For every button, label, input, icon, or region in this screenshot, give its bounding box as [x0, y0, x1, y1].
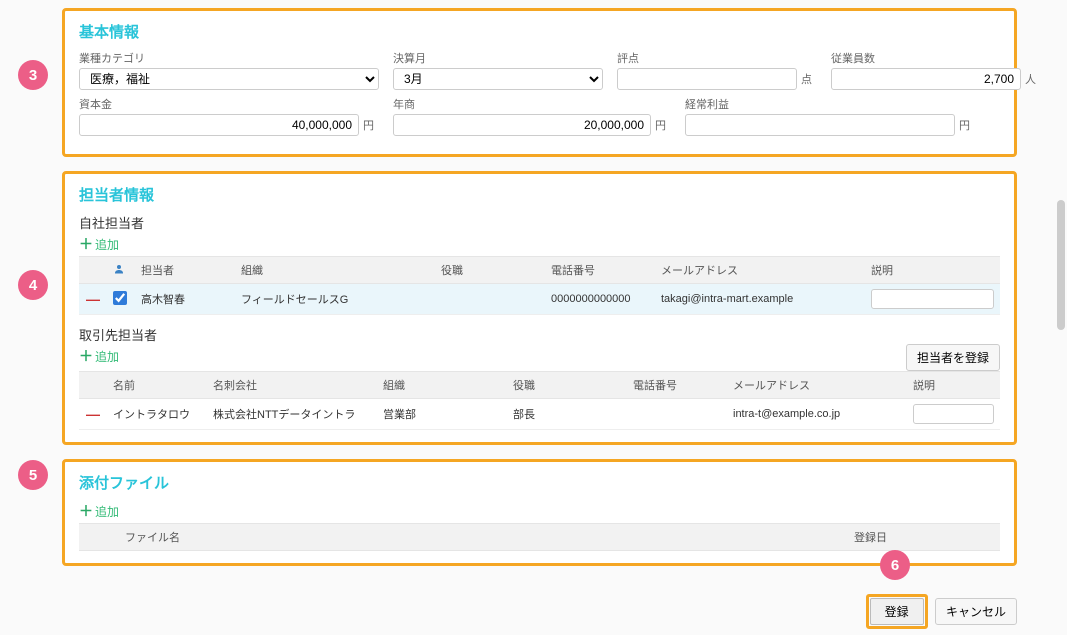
partner-row-desc-input[interactable] [913, 404, 994, 424]
month-select[interactable]: 3月 [393, 68, 603, 90]
partner-row-role: 部長 [507, 399, 627, 430]
profit-unit: 円 [959, 117, 975, 133]
step-badge-5: 5 [18, 460, 48, 490]
add-partner-contact-link[interactable]: ＋ 追加 [79, 346, 119, 366]
add-partner-label: 追加 [95, 348, 119, 365]
capital-label: 資本金 [79, 96, 379, 112]
own-row-phone: 0000000000000 [545, 284, 655, 315]
partner-row-email: intra-t@example.co.jp [727, 399, 907, 430]
partner-contact-heading: 取引先担当者 [79, 325, 1000, 344]
add-own-contact-link[interactable]: ＋ 追加 [79, 234, 119, 254]
own-row-name: 高木智春 [135, 284, 235, 315]
own-th-email: メールアドレス [655, 257, 865, 284]
sales-input[interactable] [393, 114, 651, 136]
score-unit: 点 [801, 71, 817, 87]
own-contact-table: 担当者 組織 役職 電話番号 メールアドレス 説明 — 高木智春 フィールドセー… [79, 256, 1000, 315]
own-th-desc: 説明 [865, 257, 1000, 284]
partner-th-role: 役職 [507, 372, 627, 399]
own-row-checkbox[interactable] [113, 291, 127, 305]
step-badge-6: 6 [880, 550, 910, 580]
remove-partner-row-button[interactable]: — [79, 399, 107, 430]
plus-icon: ＋ [79, 501, 93, 521]
scrollbar[interactable] [1057, 200, 1065, 330]
add-attachment-link[interactable]: ＋ 追加 [79, 501, 119, 521]
partner-row-name: イントラタロウ [107, 399, 207, 430]
partner-row-phone [627, 399, 727, 430]
attachment-th-filename: ファイル名 [125, 529, 854, 545]
own-th-role: 役職 [435, 257, 545, 284]
sales-unit: 円 [655, 117, 671, 133]
register-button[interactable]: 登録 [870, 598, 924, 625]
plus-icon: ＋ [79, 234, 93, 254]
basic-info-title: 基本情報 [79, 21, 1000, 42]
own-th-person: 担当者 [135, 257, 235, 284]
partner-row-org: 営業部 [377, 399, 507, 430]
contact-info-panel: 担当者情報 自社担当者 ＋ 追加 担当者 組織 役職 電話番号 メールアドレス … [62, 171, 1017, 445]
category-label: 業種カテゴリ [79, 50, 379, 66]
employees-unit: 人 [1025, 71, 1041, 87]
own-contact-row: — 高木智春 フィールドセールスG 0000000000000 takagi@i… [79, 284, 1000, 315]
score-label: 評点 [617, 50, 817, 66]
own-th-phone: 電話番号 [545, 257, 655, 284]
employees-input[interactable] [831, 68, 1021, 90]
own-row-email: takagi@intra-mart.example [655, 284, 865, 315]
attachment-panel: 添付ファイル ＋ 追加 ファイル名 登録日 [62, 459, 1017, 566]
partner-th-company: 名刺会社 [207, 372, 377, 399]
own-row-desc-input[interactable] [871, 289, 994, 309]
attachment-title: 添付ファイル [79, 472, 1000, 493]
partner-th-desc: 説明 [907, 372, 1000, 399]
own-contact-heading: 自社担当者 [79, 213, 1000, 232]
add-own-label: 追加 [95, 236, 119, 253]
partner-contact-table: 名前 名刺会社 組織 役職 電話番号 メールアドレス 説明 — イントラタロウ … [79, 371, 1000, 430]
plus-icon: ＋ [79, 346, 93, 366]
register-contact-button[interactable]: 担当者を登録 [906, 344, 1000, 371]
footer-actions: 登録 キャンセル [0, 588, 1067, 635]
category-select[interactable]: 医療，福祉 [79, 68, 379, 90]
attachment-th-date: 登録日 [854, 529, 994, 545]
step-badge-3: 3 [18, 60, 48, 90]
cancel-button[interactable]: キャンセル [935, 598, 1017, 625]
partner-th-org: 組織 [377, 372, 507, 399]
profit-input[interactable] [685, 114, 955, 136]
attachment-header-row: ファイル名 登録日 [79, 523, 1000, 551]
sales-label: 年商 [393, 96, 671, 112]
partner-th-name: 名前 [107, 372, 207, 399]
own-th-org: 組織 [235, 257, 435, 284]
partner-row-company: 株式会社NTTデータイントラ [207, 399, 377, 430]
employees-label: 従業員数 [831, 50, 1041, 66]
own-row-org: フィールドセールスG [235, 284, 435, 315]
score-input[interactable] [617, 68, 797, 90]
capital-unit: 円 [363, 117, 379, 133]
partner-th-phone: 電話番号 [627, 372, 727, 399]
partner-contact-row: — イントラタロウ 株式会社NTTデータイントラ 営業部 部長 intra-t@… [79, 399, 1000, 430]
step-badge-4: 4 [18, 270, 48, 300]
remove-own-row-button[interactable]: — [79, 284, 107, 315]
capital-input[interactable] [79, 114, 359, 136]
month-label: 決算月 [393, 50, 603, 66]
add-attachment-label: 追加 [95, 503, 119, 520]
profit-label: 経常利益 [685, 96, 975, 112]
partner-th-email: メールアドレス [727, 372, 907, 399]
basic-info-panel: 基本情報 業種カテゴリ 医療，福祉 決算月 3月 評点 [62, 8, 1017, 157]
own-row-role [435, 284, 545, 315]
user-icon [113, 263, 125, 275]
contact-info-title: 担当者情報 [79, 184, 1000, 205]
